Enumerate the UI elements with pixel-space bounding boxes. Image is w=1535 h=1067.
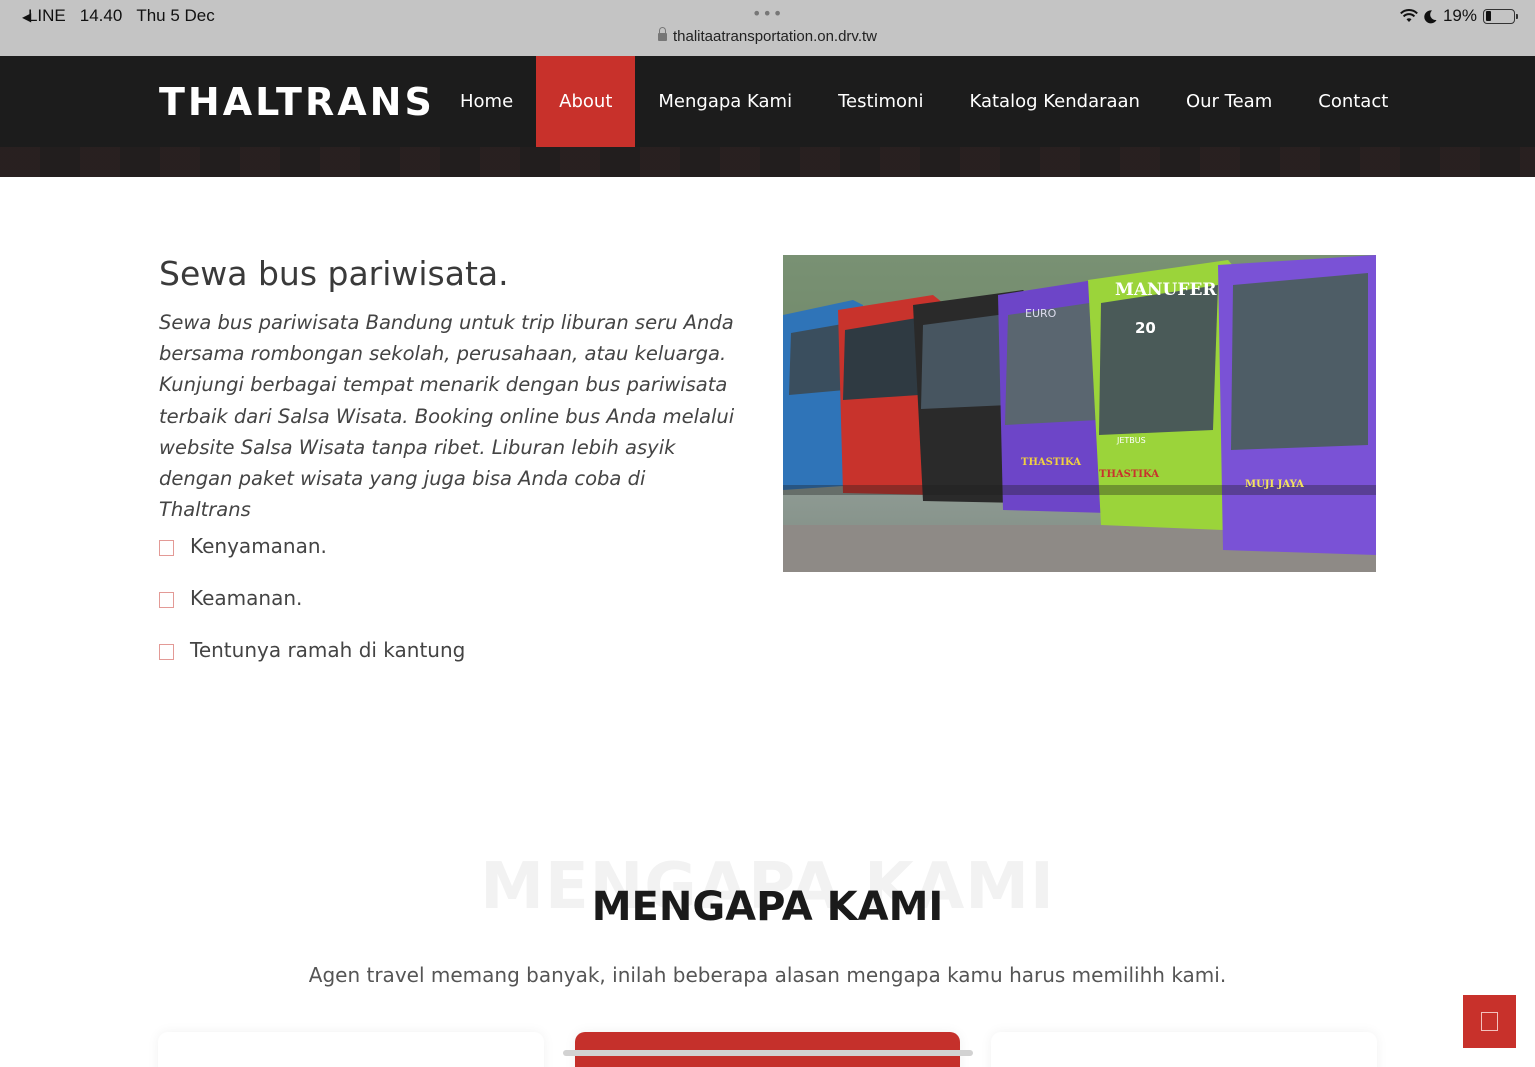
bus-label-manufer: MANUFER <box>1115 280 1217 300</box>
bus-label-euro: EURO <box>1025 307 1057 320</box>
nav-our-team[interactable]: Our Team <box>1163 56 1295 147</box>
status-bar: ◀ LINE 14.40 Thu 5 Dec ••• thalitaatrans… <box>0 0 1535 56</box>
section-title: MENGAPA KAMI <box>591 884 944 930</box>
back-to-app-button[interactable]: ◀ LINE <box>22 6 66 26</box>
status-bar-left: ◀ LINE 14.40 Thu 5 Dec <box>22 6 215 26</box>
main-nav: Home About Mengapa Kami Testimoni Katalo… <box>437 56 1411 147</box>
feature-label: Tentunya ramah di kantung <box>190 638 466 662</box>
feature-label: Keamanan. <box>190 586 303 610</box>
nav-testimoni[interactable]: Testimoni <box>815 56 946 147</box>
bus-label-jetbus: JETBUS <box>1116 436 1146 445</box>
back-to-top-button[interactable] <box>1463 995 1516 1048</box>
reason-card[interactable] <box>991 1032 1377 1067</box>
nav-katalog-kendaraan[interactable]: Katalog Kendaraan <box>946 56 1162 147</box>
navbar-hero-strip <box>0 147 1535 177</box>
check-square-icon <box>159 592 174 608</box>
nav-home[interactable]: Home <box>437 56 536 147</box>
status-bar-right: 19% <box>1400 6 1518 26</box>
navbar: THALTRANS Home About Mengapa Kami Testim… <box>0 56 1535 177</box>
section-subtitle: Agen travel memang banyak, inilah bebera… <box>308 963 1227 987</box>
arrow-up-icon <box>1481 1012 1498 1031</box>
lock-icon <box>657 27 667 41</box>
about-paragraph: Sewa bus pariwisata Bandung untuk trip l… <box>159 311 735 522</box>
nav-mengapa-kami[interactable]: Mengapa Kami <box>635 56 815 147</box>
multitasking-dots-icon[interactable]: ••• <box>752 4 783 23</box>
bus-label-thastika-2: THASTIKA <box>1099 469 1159 480</box>
status-time: 14.40 <box>79 6 123 25</box>
wifi-icon <box>1400 9 1418 23</box>
reason-card[interactable] <box>158 1032 544 1067</box>
nav-contact[interactable]: Contact <box>1295 56 1411 147</box>
battery-icon <box>1483 8 1518 24</box>
check-square-icon <box>159 540 174 556</box>
bus-fleet-illustration: EURO MANUFER 20 JETBUS THASTIKA THASTIKA… <box>783 255 1376 572</box>
site-logo[interactable]: THALTRANS <box>159 80 435 124</box>
check-square-icon <box>159 644 174 660</box>
moon-icon <box>1424 9 1437 24</box>
bus-label-muji-jaya: MUJI JAYA <box>1245 479 1304 490</box>
bus-fleet-photo: EURO MANUFER 20 JETBUS THASTIKA THASTIKA… <box>783 255 1376 572</box>
horizontal-scroll-indicator[interactable] <box>563 1050 973 1056</box>
battery-percent: 19% <box>1442 6 1477 25</box>
back-app-label: LINE <box>27 6 66 25</box>
about-title: Sewa bus pariwisata. <box>159 254 509 293</box>
address-bar[interactable]: thalitaatransportation.on.drv.tw <box>0 27 1535 45</box>
feature-label: Kenyamanan. <box>190 534 327 558</box>
bus-label-thastika-1: THASTIKA <box>1021 457 1081 468</box>
url-text: thalitaatransportation.on.drv.tw <box>672 28 877 45</box>
nav-about[interactable]: About <box>536 56 636 147</box>
feature-item: Kenyamanan. <box>159 520 465 572</box>
battery-fill <box>1485 11 1491 21</box>
feature-item: Keamanan. <box>159 572 465 624</box>
status-date: Thu 5 Dec <box>136 6 215 25</box>
bus-label-number: 20 <box>1135 319 1156 337</box>
feature-list: Kenyamanan. Keamanan. Tentunya ramah di … <box>159 520 465 676</box>
feature-item: Tentunya ramah di kantung <box>159 624 465 676</box>
